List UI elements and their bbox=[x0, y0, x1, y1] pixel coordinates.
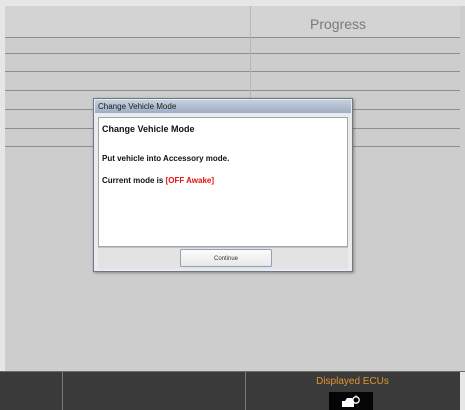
bottom-toolbar: Displayed ECUs bbox=[0, 371, 465, 410]
change-vehicle-mode-dialog: Change Vehicle Mode Change Vehicle Mode … bbox=[93, 98, 353, 272]
continue-button[interactable]: Continue bbox=[180, 249, 272, 267]
dialog-title-bar[interactable]: Change Vehicle Mode bbox=[95, 100, 351, 113]
dialog-instruction: Put vehicle into Accessory mode. bbox=[102, 154, 230, 163]
progress-column-header: Progress bbox=[310, 16, 367, 32]
current-mode-value: [OFF Awake] bbox=[165, 176, 215, 185]
list-row-divider bbox=[5, 53, 460, 54]
dialog-button-bar: Continue bbox=[98, 247, 348, 269]
toolbar-slot-1 bbox=[0, 372, 63, 410]
dialog-content: Change Vehicle Mode Put vehicle into Acc… bbox=[98, 117, 348, 247]
window-frame-right bbox=[460, 372, 465, 410]
header-column-divider bbox=[250, 6, 251, 37]
vehicle-connector-icon bbox=[342, 395, 360, 407]
list-row-divider bbox=[5, 71, 460, 72]
toolbar-slot-2 bbox=[63, 372, 246, 410]
displayed-ecus-label: Displayed ECUs bbox=[316, 376, 389, 387]
list-row-divider bbox=[5, 90, 460, 91]
window-frame-left bbox=[0, 0, 5, 409]
displayed-ecus-button[interactable] bbox=[329, 392, 373, 410]
table-header: Progress bbox=[5, 6, 460, 38]
current-mode-text: Current mode is [OFF Awake] bbox=[102, 176, 214, 185]
displayed-ecus-panel: Displayed ECUs bbox=[246, 372, 459, 410]
current-mode-prefix: Current mode is bbox=[102, 176, 166, 185]
dialog-heading: Change Vehicle Mode bbox=[102, 124, 195, 134]
